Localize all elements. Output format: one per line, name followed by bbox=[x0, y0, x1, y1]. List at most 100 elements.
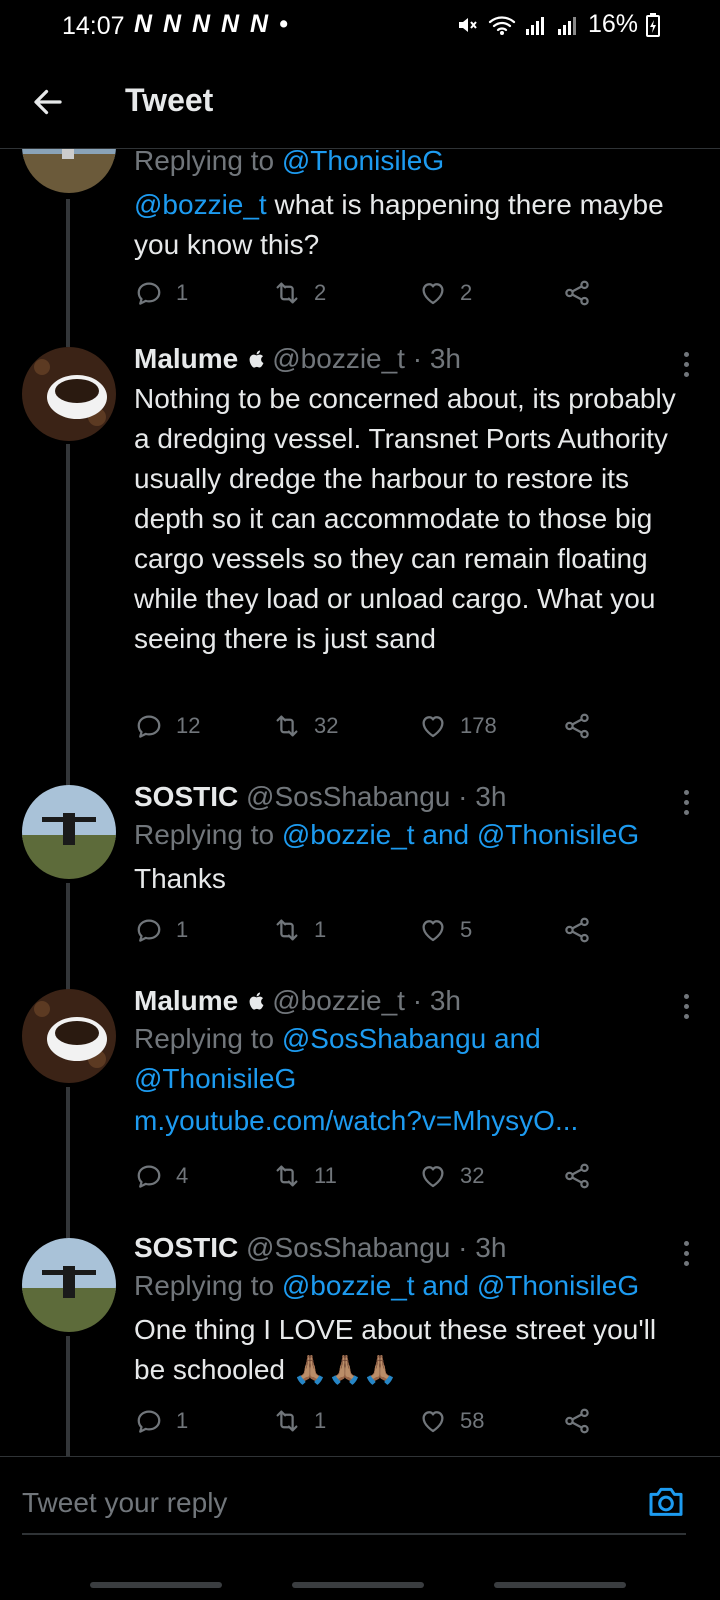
tweet-reply-input[interactable] bbox=[22, 1483, 582, 1523]
tweet-item[interactable]: Malume @bozzie_t · 3h Nothing to be conce… bbox=[0, 329, 720, 779]
reply-to-users[interactable]: @bozzie_t and @ThonisileG bbox=[282, 819, 639, 850]
reply-count: 1 bbox=[176, 1408, 189, 1433]
reply-to: Replying to @SosShabangu and @ThonisileG bbox=[134, 1019, 694, 1099]
tweet-item[interactable]: Replying to @ThonisileG @bozzie_t what i… bbox=[0, 149, 720, 329]
reply-count: 4 bbox=[176, 1163, 189, 1188]
retweet-icon bbox=[272, 1161, 302, 1191]
back-arrow-icon[interactable] bbox=[30, 84, 66, 120]
retweet-button[interactable]: 1 bbox=[272, 1406, 326, 1436]
more-icon[interactable] bbox=[676, 991, 696, 1019]
reply-icon bbox=[134, 1406, 164, 1436]
retweet-button[interactable]: 32 bbox=[272, 711, 338, 741]
tweet-header: SOSTIC @SosShabangu · 3h bbox=[134, 1230, 694, 1266]
apple-icon bbox=[246, 348, 268, 370]
system-nav-bar bbox=[0, 1558, 720, 1600]
reply-button[interactable]: 4 bbox=[134, 1161, 188, 1191]
nav-home-button[interactable] bbox=[292, 1582, 424, 1588]
like-icon bbox=[418, 711, 448, 741]
more-icon[interactable] bbox=[676, 349, 696, 377]
avatar[interactable] bbox=[22, 989, 116, 1083]
status-bar: 14:07 N N N N N • 16% bbox=[0, 0, 720, 56]
reply-icon bbox=[134, 711, 164, 741]
display-name[interactable]: SOSTIC bbox=[134, 1232, 238, 1263]
more-icon[interactable] bbox=[676, 1238, 696, 1266]
like-count: 5 bbox=[460, 917, 473, 942]
like-button[interactable]: 2 bbox=[418, 278, 472, 308]
tweet-actions: 1 2 2 bbox=[134, 278, 604, 314]
display-name[interactable]: SOSTIC bbox=[134, 781, 238, 812]
user-handle[interactable]: @bozzie_t bbox=[272, 985, 405, 1016]
like-button[interactable]: 5 bbox=[418, 915, 472, 945]
like-icon bbox=[418, 278, 448, 308]
nav-back-button[interactable] bbox=[494, 1582, 626, 1588]
like-button[interactable]: 178 bbox=[418, 711, 497, 741]
reply-underline bbox=[22, 1533, 686, 1535]
avatar[interactable] bbox=[22, 785, 116, 879]
wifi-icon bbox=[488, 15, 516, 35]
share-button[interactable] bbox=[562, 711, 604, 741]
nav-recents-button[interactable] bbox=[90, 1582, 222, 1588]
user-handle[interactable]: @SosShabangu bbox=[246, 781, 450, 812]
tweet-actions: 1 1 58 bbox=[134, 1406, 604, 1442]
share-button[interactable] bbox=[562, 915, 604, 945]
tweet-actions: 1 1 5 bbox=[134, 915, 604, 951]
camera-icon[interactable] bbox=[646, 1481, 686, 1521]
reply-to: Replying to @bozzie_t and @ThonisileG bbox=[134, 815, 694, 855]
tweet-header: Malume @bozzie_t · 3h bbox=[134, 983, 694, 1019]
tweet-item[interactable]: Malume @bozzie_t · 3h Replying to @SosSha… bbox=[0, 979, 720, 1224]
tweet-text: @bozzie_t what is happening there maybe … bbox=[134, 185, 694, 265]
tweet-item[interactable]: SOSTIC @SosShabangu · 3h Replying to @bo… bbox=[0, 1224, 720, 1485]
reply-icon bbox=[134, 278, 164, 308]
page-title: Tweet bbox=[125, 82, 214, 118]
retweet-button[interactable]: 11 bbox=[272, 1161, 337, 1191]
share-icon bbox=[562, 278, 592, 308]
tweet-text: One thing I LOVE about these street you'… bbox=[134, 1314, 657, 1385]
display-name[interactable]: Malume bbox=[134, 985, 238, 1016]
mute-icon bbox=[458, 17, 477, 32]
reply-icon bbox=[134, 1161, 164, 1191]
mention-link[interactable]: @bozzie_t bbox=[134, 189, 267, 220]
like-icon bbox=[418, 1406, 448, 1436]
more-icon[interactable] bbox=[676, 787, 696, 815]
reply-to-users[interactable]: @bozzie_t and @ThonisileG bbox=[282, 1270, 639, 1301]
apple-icon bbox=[246, 990, 268, 1012]
like-button[interactable]: 32 bbox=[418, 1161, 484, 1191]
share-button[interactable] bbox=[562, 1161, 604, 1191]
tweet-thread[interactable]: Replying to @ThonisileG @bozzie_t what i… bbox=[0, 149, 720, 1485]
signal-icon-2 bbox=[557, 16, 576, 35]
tweet-time: · 3h bbox=[412, 343, 461, 374]
retweet-count: 1 bbox=[314, 1408, 327, 1433]
display-name[interactable]: Malume bbox=[134, 343, 238, 374]
reply-bar bbox=[0, 1456, 720, 1558]
reply-to-users[interactable]: @ThonisileG bbox=[282, 149, 444, 176]
avatar[interactable] bbox=[22, 1238, 116, 1332]
reply-count: 1 bbox=[176, 280, 189, 305]
user-handle[interactable]: @SosShabangu bbox=[246, 1232, 450, 1263]
reply-button[interactable]: 1 bbox=[134, 278, 188, 308]
user-handle[interactable]: @bozzie_t bbox=[272, 343, 405, 374]
reply-button[interactable]: 1 bbox=[134, 915, 188, 945]
reply-button[interactable]: 12 bbox=[134, 711, 200, 741]
reply-button[interactable]: 1 bbox=[134, 1406, 188, 1436]
like-button[interactable]: 58 bbox=[418, 1406, 484, 1436]
avatar[interactable] bbox=[22, 149, 116, 193]
thread-line bbox=[66, 1224, 70, 1238]
retweet-button[interactable]: 2 bbox=[272, 278, 326, 308]
tweet-item[interactable]: SOSTIC @SosShabangu · 3h Replying to @bo… bbox=[0, 779, 720, 979]
like-count: 178 bbox=[460, 713, 497, 738]
signal-icon bbox=[525, 16, 544, 35]
retweet-count: 1 bbox=[314, 917, 327, 942]
tweet-time: · 3h bbox=[412, 985, 461, 1016]
share-button[interactable] bbox=[562, 278, 604, 308]
reply-to-prefix: Replying to bbox=[134, 1023, 282, 1054]
share-button[interactable] bbox=[562, 1406, 604, 1436]
youtube-link[interactable]: m.youtube.com/watch?v=MhysyO... bbox=[134, 1105, 578, 1136]
retweet-button[interactable]: 1 bbox=[272, 915, 326, 945]
tweet-time: · 3h bbox=[458, 781, 507, 812]
like-count: 58 bbox=[460, 1408, 485, 1433]
status-right: 16% bbox=[456, 10, 660, 39]
retweet-count: 2 bbox=[314, 280, 327, 305]
like-icon bbox=[418, 915, 448, 945]
avatar[interactable] bbox=[22, 347, 116, 441]
share-icon bbox=[562, 1161, 592, 1191]
